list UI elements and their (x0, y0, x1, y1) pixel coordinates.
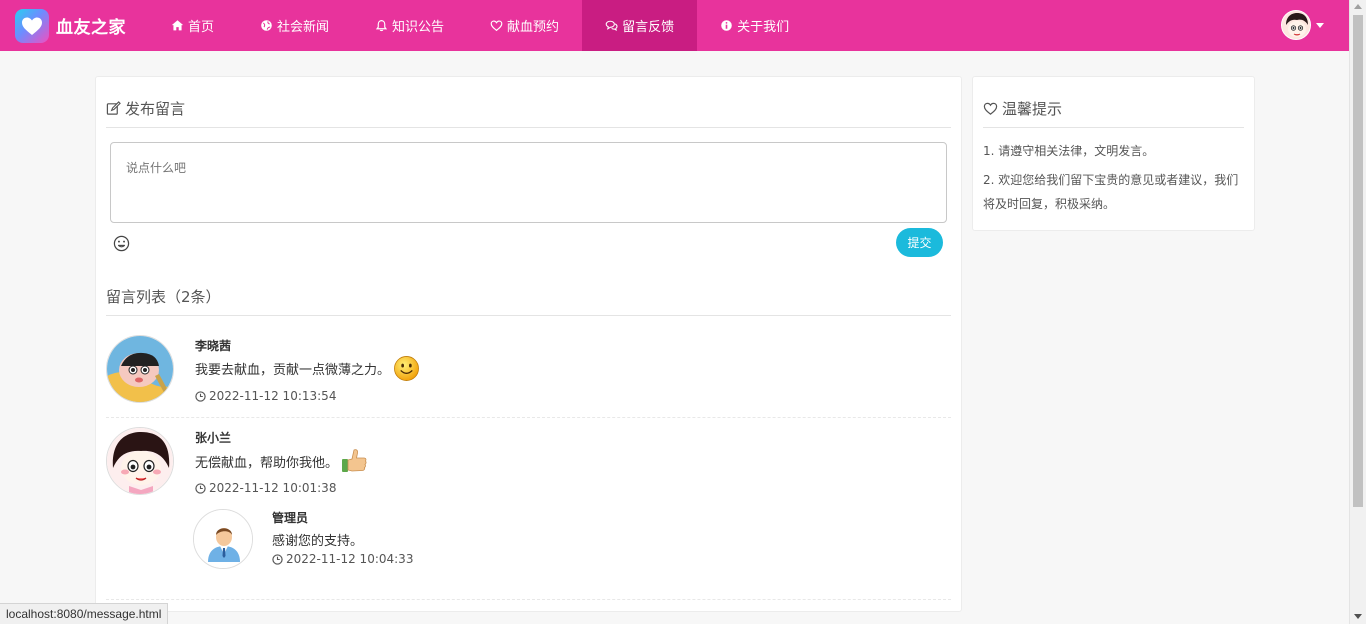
home-icon (171, 19, 184, 32)
scroll-down-arrow-icon[interactable] (1354, 614, 1362, 619)
list-title-text: 留言列表（2条） (106, 288, 221, 306)
nav-item-notices[interactable]: 知识公告 (352, 0, 467, 51)
reply-content: 感谢您的支持。 (272, 530, 363, 549)
smile-emoji-icon (394, 356, 419, 381)
bell-icon (375, 19, 388, 32)
tips-title: 温馨提示 (983, 98, 1062, 119)
info-icon (720, 19, 733, 32)
top-navbar: 血友之家 首页 社会新闻 知识公告 献血预约 留言反馈 关于我们 (0, 0, 1349, 51)
avatar[interactable] (106, 335, 174, 403)
author-name: 李晓茜 (195, 339, 232, 353)
divider (106, 417, 951, 418)
message-panel: 发布留言 提交 留言列表（2条） 李晓茜 我要去献血 (95, 76, 962, 612)
tips-panel: 温馨提示 1. 请遵守相关法律，文明发言。 2. 欢迎您给我们留下宝贵的意见或者… (972, 76, 1255, 231)
nav-label: 献血预约 (507, 20, 560, 35)
nav-item-news[interactable]: 社会新闻 (237, 0, 352, 51)
nav-item-home[interactable]: 首页 (148, 0, 237, 51)
submit-button[interactable]: 提交 (896, 228, 943, 257)
message-time: 2022-11-12 10:13:54 (195, 389, 336, 403)
tip-item: 2. 欢迎您给我们留下宝贵的意见或者建议，我们将及时回复，积极采纳。 (983, 173, 1239, 211)
main-nav: 首页 社会新闻 知识公告 献血预约 留言反馈 关于我们 (148, 0, 812, 51)
admin-avatar[interactable] (193, 509, 253, 569)
chevron-down-icon (1316, 22, 1324, 28)
nav-item-appointment[interactable]: 献血预约 (467, 0, 582, 51)
list-section-title: 留言列表（2条） (106, 286, 221, 307)
divider (106, 127, 951, 128)
nav-label: 首页 (188, 20, 215, 35)
scroll-thumb[interactable] (1353, 15, 1363, 507)
heart-logo-icon (15, 8, 49, 43)
nav-label: 关于我们 (737, 20, 790, 35)
heart-icon (490, 19, 503, 32)
user-menu[interactable] (1281, 10, 1324, 40)
author-name: 张小兰 (195, 431, 232, 445)
comments-icon (605, 19, 618, 32)
smiley-icon (113, 235, 130, 252)
message-text: 无偿献血，帮助你我他。 (195, 455, 339, 471)
brand[interactable]: 血友之家 (15, 0, 126, 51)
time-text: 2022-11-12 10:13:54 (209, 389, 337, 403)
message-time: 2022-11-12 10:01:38 (195, 481, 336, 495)
divider (106, 315, 951, 316)
message-text: 我要去献血，贡献一点微薄之力。 (195, 363, 391, 378)
status-url: localhost:8080/message.html (6, 607, 162, 621)
nav-item-about[interactable]: 关于我们 (697, 0, 812, 51)
nav-label: 知识公告 (392, 20, 445, 35)
heart-outline-icon (983, 102, 998, 115)
clock-icon (195, 390, 206, 402)
tips-title-text: 温馨提示 (1002, 100, 1063, 118)
clock-icon (195, 482, 206, 494)
reply-text: 感谢您的支持。 (272, 534, 364, 549)
divider (106, 599, 951, 600)
nav-item-feedback[interactable]: 留言反馈 (582, 0, 698, 51)
message-content: 无偿献血，帮助你我他。 (195, 447, 368, 475)
globe-icon (260, 19, 273, 32)
divider (983, 127, 1244, 128)
post-title-text: 发布留言 (125, 100, 186, 118)
browser-status-bar: localhost:8080/message.html (0, 603, 169, 624)
reply-item: 管理员 感谢您的支持。 2022-11-12 10:04:33 (193, 509, 893, 571)
post-section-title: 发布留言 (106, 98, 185, 119)
tip-item: 1. 请遵守相关法律，文明发言。 (983, 144, 1155, 158)
author-name: 管理员 (272, 511, 309, 525)
scroll-up-arrow-icon[interactable] (1354, 4, 1362, 9)
clock-icon (272, 553, 283, 565)
time-text: 2022-11-12 10:01:38 (209, 481, 337, 495)
brand-name: 血友之家 (56, 18, 126, 38)
nav-label: 社会新闻 (277, 20, 330, 35)
time-text: 2022-11-12 10:04:33 (286, 552, 414, 566)
message-input[interactable] (110, 142, 947, 223)
user-avatar (1281, 10, 1311, 40)
thumbs-up-emoji-icon (342, 449, 367, 472)
reply-time: 2022-11-12 10:04:33 (272, 552, 413, 566)
edit-icon (106, 101, 121, 115)
emoji-picker-button[interactable] (113, 235, 130, 252)
message-content: 我要去献血，贡献一点微薄之力。 (195, 355, 420, 382)
message-item: 李晓茜 我要去献血，贡献一点微薄之力。 2022-11-12 10:13:54 (106, 335, 951, 415)
message-item: 张小兰 无偿献血，帮助你我他。 2022-11-12 10:01:38 管理员 (106, 427, 951, 577)
page-scrollbar[interactable] (1349, 0, 1366, 624)
avatar[interactable] (106, 427, 174, 495)
nav-label: 留言反馈 (622, 20, 675, 35)
